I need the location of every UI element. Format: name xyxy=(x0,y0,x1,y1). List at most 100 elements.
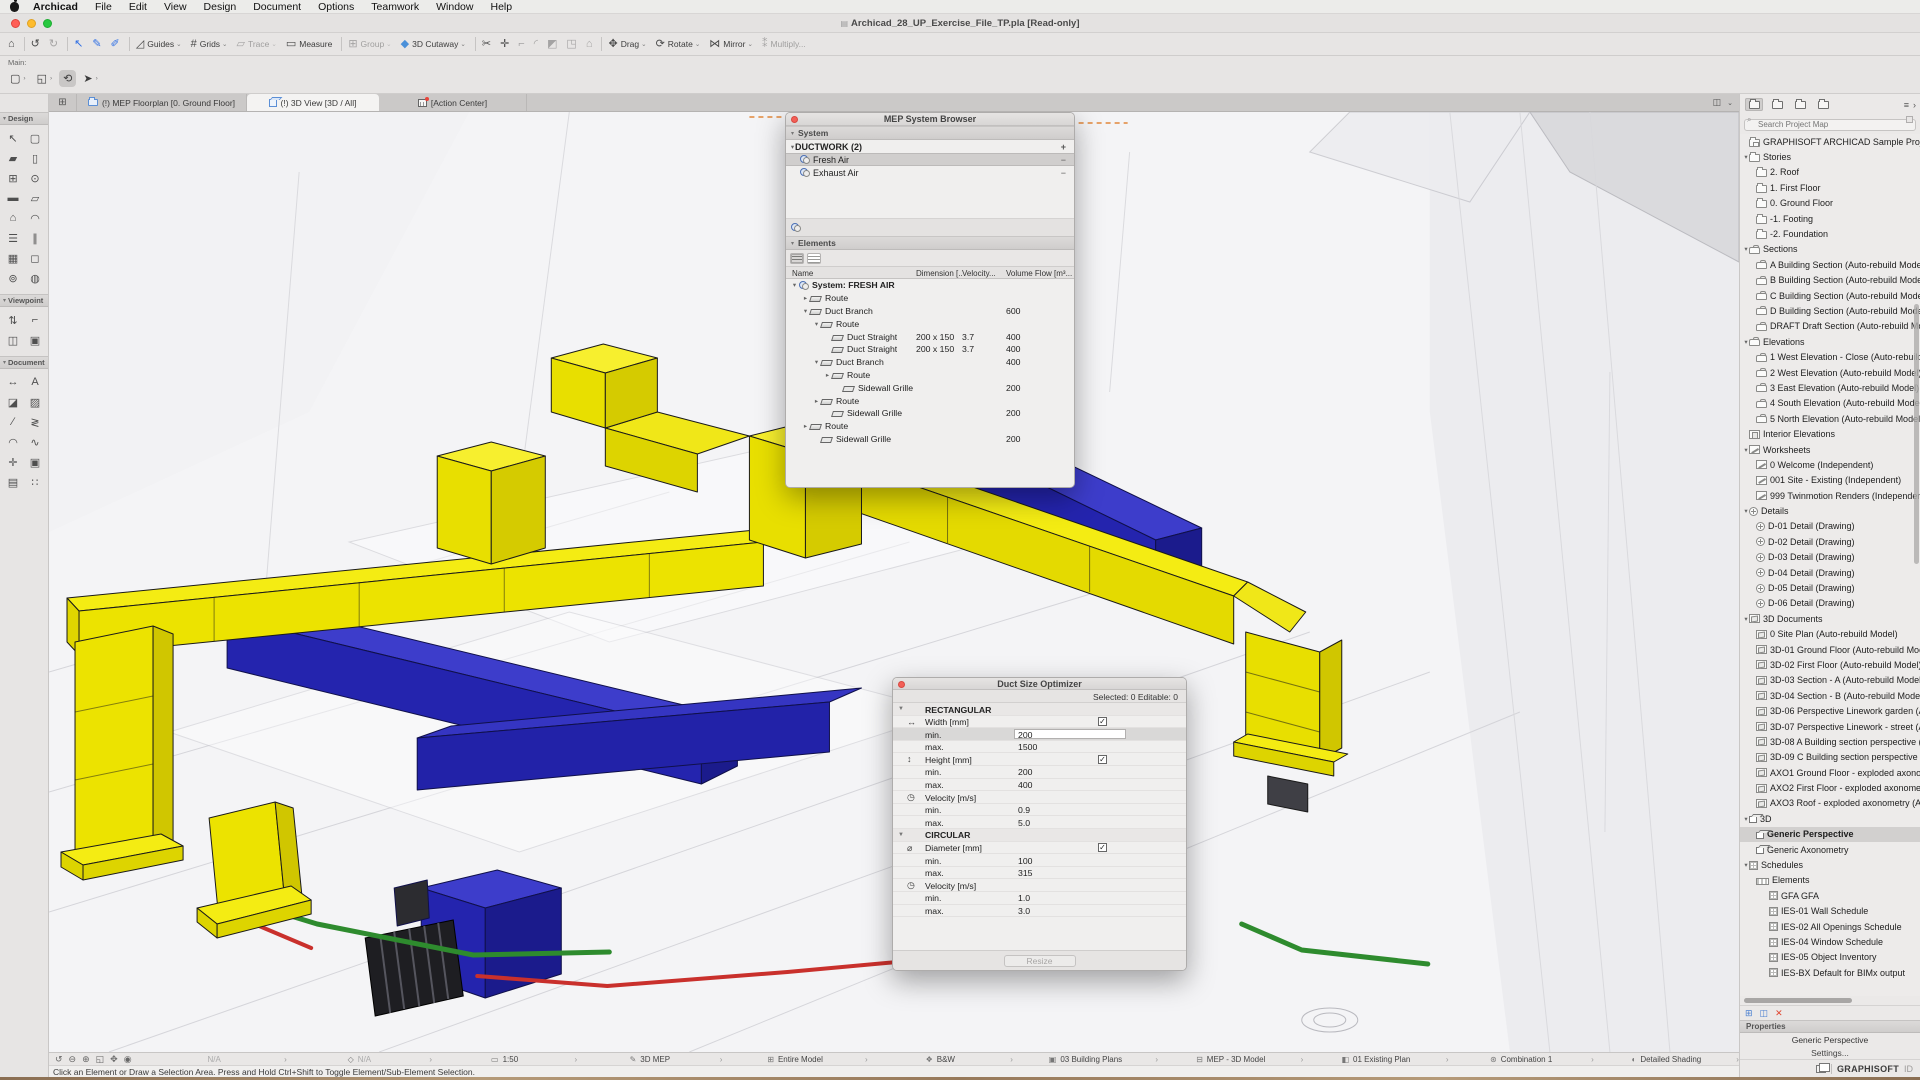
navigator-item[interactable]: 5 North Elevation (Auto-rebuild Model) xyxy=(1740,411,1920,426)
navigator-item[interactable]: 0 Welcome (Independent) xyxy=(1740,457,1920,472)
structure-display-control[interactable]: ⊞ Entire Model › xyxy=(722,1055,867,1064)
elements-section-header[interactable]: ▾ Elements xyxy=(786,236,1074,250)
velocity-min[interactable]: ▼ min. 0.9 ✓ xyxy=(893,804,1186,817)
checkbox[interactable]: ✓ xyxy=(1098,843,1107,852)
navigator-item[interactable]: 1. First Floor xyxy=(1740,180,1920,195)
navigator-item[interactable]: ▾ Stories xyxy=(1740,149,1920,164)
mep-element-row[interactable]: ▾ Route xyxy=(786,317,1074,330)
navigator-item[interactable]: 3 East Elevation (Auto-rebuild Model) xyxy=(1740,380,1920,395)
stair-tool[interactable]: ☰ xyxy=(2,228,24,248)
navigator-item[interactable]: Generic Perspective xyxy=(1740,827,1920,842)
navigator-item[interactable]: -1. Footing xyxy=(1740,211,1920,226)
lamp-tool[interactable]: ◍ xyxy=(24,268,46,288)
parameter-value[interactable]: 3.0 xyxy=(1018,906,1030,916)
mep-element-row[interactable]: ▸ Route xyxy=(786,394,1074,407)
arrow-tool[interactable]: ↖ xyxy=(2,128,24,148)
mep-element-row[interactable]: Sidewall Grille 200 xyxy=(786,407,1074,420)
qorbit-icon[interactable]: ◉ xyxy=(124,1054,132,1065)
layer-control[interactable]: ◇ N/A › xyxy=(287,1055,432,1064)
redo-button[interactable]: ↻ ⌄ xyxy=(49,39,58,50)
view-map-tab[interactable] xyxy=(1768,98,1786,111)
chevron-down-icon[interactable]: ⌄ xyxy=(1727,99,1733,107)
column-name[interactable]: Name xyxy=(792,269,813,278)
parameter-value[interactable]: 200 xyxy=(1018,767,1033,777)
hotspot-tool[interactable]: ✛ xyxy=(2,452,24,472)
pen-color-control[interactable]: ❖ B&W › xyxy=(868,1055,1013,1064)
home-button[interactable]: ⌂ ⌄ xyxy=(8,39,15,50)
system-section-header[interactable]: ▾ System xyxy=(786,126,1074,140)
tab-mep-floorplan[interactable]: (!) MEP Floorplan [0. Ground Floor] xyxy=(77,94,247,111)
navigator-item[interactable]: ▾ Schedules xyxy=(1740,857,1920,872)
close-icon[interactable] xyxy=(791,116,798,123)
orbit-button[interactable]: ⟲ › xyxy=(59,70,76,87)
navigator-item[interactable]: ▾ Details xyxy=(1740,503,1920,518)
navigator-item[interactable]: ▾ Elevations xyxy=(1740,334,1920,349)
checkbox[interactable]: ✓ xyxy=(1098,755,1107,764)
navigator-item[interactable]: ▾ Sections xyxy=(1740,242,1920,257)
measure-button[interactable]: ▭ Measure ⌄ xyxy=(286,39,332,50)
navigator-item[interactable]: 001 Site - Existing (Independent) xyxy=(1740,473,1920,488)
navigator-item[interactable]: DRAFT Draft Section (Auto-rebuild Moc xyxy=(1740,319,1920,334)
fill-tool[interactable]: ▨ xyxy=(24,392,46,412)
pick-up-parameters-button[interactable]: ✎ ⌄ xyxy=(92,39,101,50)
marquee-options-button[interactable]: ▢ › xyxy=(6,70,30,87)
drawing-tool[interactable]: ▤ xyxy=(2,472,24,492)
navigator-item[interactable]: 3D-06 Perspective Linework garden (A xyxy=(1740,703,1920,718)
menu-item[interactable]: Help xyxy=(490,1,512,13)
dimension-tool[interactable]: ↔ xyxy=(2,372,24,392)
parameter-value[interactable]: 1.0 xyxy=(1018,893,1030,903)
close-icon[interactable] xyxy=(898,681,905,688)
inject-parameters-button[interactable]: ✐ ⌄ xyxy=(111,39,120,50)
split-button[interactable]: ✂ ⌄ xyxy=(482,39,491,50)
navigator-item[interactable]: IES-02 All Openings Schedule xyxy=(1740,919,1920,934)
point-cloud-tool[interactable]: ∷ xyxy=(24,472,46,492)
navigator-item[interactable]: ▾ Worksheets xyxy=(1740,442,1920,457)
object-tool[interactable]: ⊚ xyxy=(2,268,24,288)
parameter-value[interactable]: 5.0 xyxy=(1018,818,1030,828)
mep-element-row[interactable]: ▸ Route xyxy=(786,369,1074,382)
modify-roof-button[interactable]: ⌂ ⌄ xyxy=(586,39,593,50)
navigator-item[interactable]: D-06 Detail (Drawing) xyxy=(1740,596,1920,611)
rotate-button[interactable]: ⟳ Rotate ⌄ xyxy=(656,39,701,50)
tab-action-center[interactable]: [Action Center] xyxy=(379,94,527,111)
layout-book-tab[interactable] xyxy=(1791,98,1809,111)
horizontal-scrollbar[interactable] xyxy=(1740,996,1920,1005)
project-map-tab[interactable] xyxy=(1745,98,1763,111)
camera-tool[interactable]: ▣ xyxy=(24,330,46,350)
navigator-item[interactable]: 2. Roof xyxy=(1740,165,1920,180)
navigator-item[interactable]: 3D-04 Section - B (Auto-rebuild Model xyxy=(1740,688,1920,703)
navigator-item[interactable]: -2. Foundation xyxy=(1740,226,1920,241)
label-tool[interactable]: ◪ xyxy=(2,392,24,412)
navigator-item[interactable]: C Building Section (Auto-rebuild Model xyxy=(1740,288,1920,303)
toolbar-button[interactable]: ⌄ xyxy=(129,37,130,51)
velocity2-param[interactable]: ▼ ◷ Velocity [m/s] ✓ xyxy=(893,879,1186,892)
list-view-toggle[interactable] xyxy=(807,253,821,264)
mep-element-row[interactable]: ▾ Duct Branch 400 xyxy=(786,356,1074,369)
new-item-icon[interactable]: ⊞ xyxy=(1745,1008,1753,1019)
velocity2-min[interactable]: ▼ min. 1.0 ✓ xyxy=(893,892,1186,905)
mep-element-row[interactable]: ▾ System: FRESH AIR xyxy=(786,279,1074,292)
mep-element-row[interactable]: ▸ Route xyxy=(786,420,1074,433)
trace-button[interactable]: ▱ Trace ⌄ xyxy=(237,39,277,50)
clone-folder-icon[interactable]: ◫ xyxy=(1760,1008,1769,1019)
undo-button[interactable]: ↺ ⌄ xyxy=(31,39,40,50)
favorites-control[interactable]: N/A › xyxy=(142,1055,287,1064)
navigator-item[interactable]: 3D-08 A Building section perspective ( xyxy=(1740,734,1920,749)
quick-views-icon[interactable]: ◫ xyxy=(1713,97,1722,108)
parameter-value[interactable]: 200 xyxy=(1018,730,1033,740)
column-velocity[interactable]: Velocity... xyxy=(962,269,1004,278)
navigator-item[interactable]: GFA GFA xyxy=(1740,888,1920,903)
chevron-right-icon[interactable]: › xyxy=(1913,100,1916,110)
system-fresh-air[interactable]: Fresh Air − xyxy=(786,153,1074,166)
parameter-value[interactable]: 400 xyxy=(1018,780,1033,790)
renovation-filter-control[interactable]: ◧ 01 Existing Plan › xyxy=(1303,1055,1448,1064)
toolbox-section-document[interactable]: ▾Document xyxy=(0,356,48,369)
menu-item[interactable]: Document xyxy=(253,1,301,13)
add-remove-button[interactable]: − xyxy=(1061,155,1066,165)
slab-tool[interactable]: ▱ xyxy=(24,188,46,208)
pen-set-control[interactable]: ✎ 3D MEP › xyxy=(577,1055,722,1064)
settings-button[interactable]: Settings... xyxy=(1740,1047,1920,1060)
3d-style-control[interactable]: ◐ Detailed Shading › xyxy=(1594,1055,1739,1064)
zone-tool[interactable]: ◻ xyxy=(24,248,46,268)
publisher-sets-tab[interactable] xyxy=(1814,98,1832,111)
